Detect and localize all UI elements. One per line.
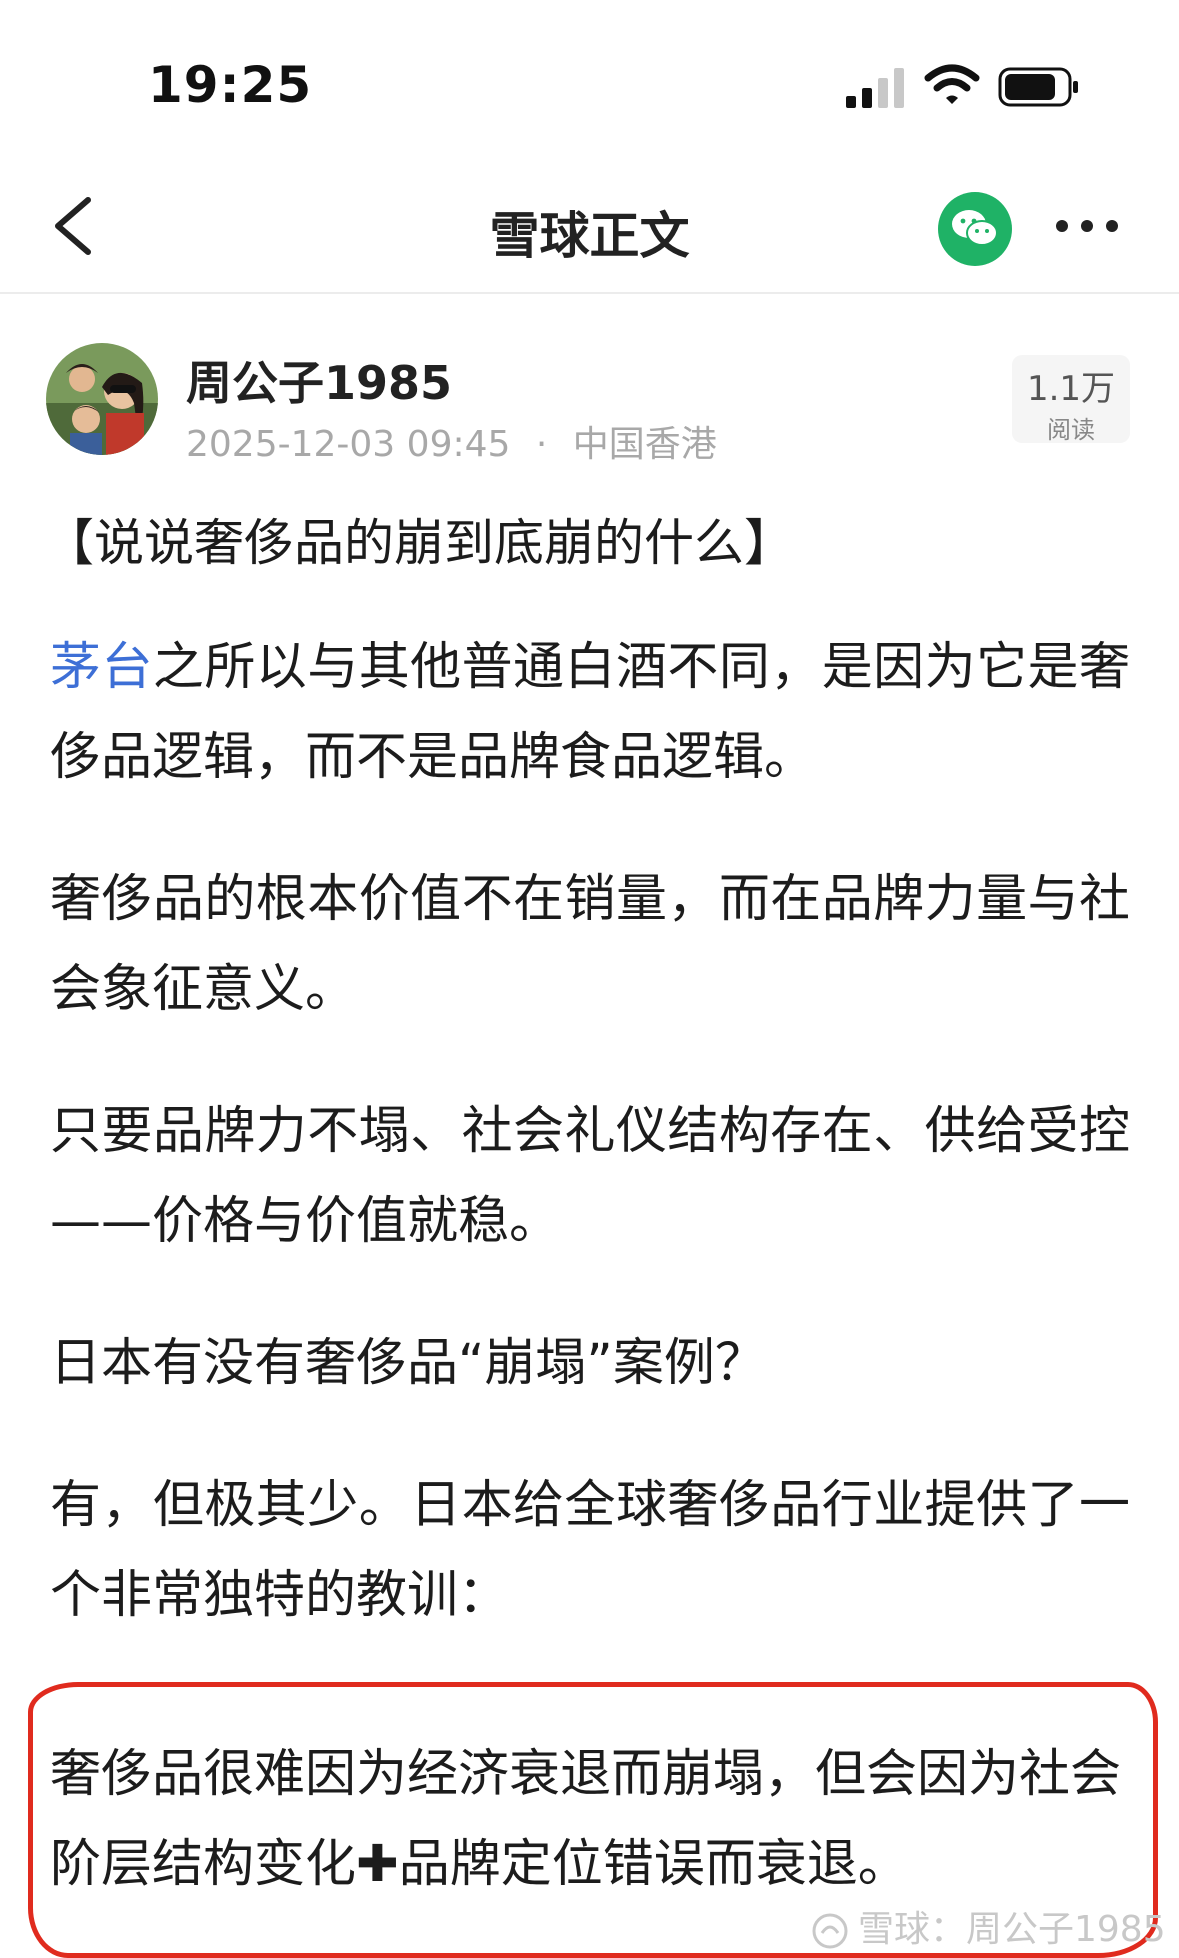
author-row: 周公子1985 2025-12-03 09:45 · 中国香港 1.1万 阅读 (0, 335, 1179, 465)
paragraph-6-part2: 品牌定位错误而衰退。 (398, 1835, 909, 1894)
article-headline: 【说说奢侈品的崩到底崩的什么】 (44, 514, 794, 572)
more-button[interactable] (1048, 200, 1126, 252)
post-date: 2025-12-03 09:45 (186, 424, 511, 465)
paragraph-5: 有，但极其少。日本给全球奢侈品行业提供了一个非常独特的教训： (50, 1476, 1130, 1625)
avatar[interactable] (46, 343, 158, 455)
plus-symbol: ✚ (356, 1835, 399, 1894)
paragraph-1: 茅台之所以与其他普通白酒不同，是因为它是奢侈品逻辑，而不是品牌食品逻辑。 (50, 623, 1130, 803)
stock-link-moutai[interactable]: 茅台 (50, 638, 153, 697)
status-time: 19:25 (148, 56, 313, 114)
article-body: 【说说奢侈品的崩到底崩的什么】 茅台之所以与其他普通白酒不同，是因为它是奢侈品逻… (44, 505, 1130, 1693)
more-dots-icon (1056, 220, 1118, 232)
author-name[interactable]: 周公子1985 (186, 347, 452, 413)
status-bar: 19:25 (0, 0, 1179, 160)
view-label: 阅读 (1047, 416, 1095, 444)
snowball-logo-icon (812, 1913, 848, 1949)
paragraph-1-text: 之所以与其他普通白酒不同，是因为它是奢侈品逻辑，而不是品牌食品逻辑。 (50, 638, 1130, 787)
wechat-share-button[interactable] (938, 192, 1012, 266)
view-count-badge: 1.1万 阅读 (1012, 355, 1130, 444)
post-location: 中国香港 (572, 424, 717, 465)
nav-bar: 雪球正文 (0, 160, 1179, 294)
paragraph-3: 只要品牌力不塌、社会礼仪结构存在、供给受控——价格与价值就稳。 (50, 1102, 1130, 1251)
wifi-icon (924, 64, 980, 104)
wechat-icon (952, 210, 998, 246)
post-meta: 2025-12-03 09:45 · 中国香港 (186, 415, 717, 467)
paragraph-6: 奢侈品很难因为经济衰退而崩塌，但会因为社会阶层结构变化✚品牌定位错误而衰退。 (50, 1730, 1130, 1910)
view-count: 1.1万 (1026, 369, 1116, 409)
watermark-text: 雪球：周公子1985 (858, 1909, 1166, 1950)
meta-separator: · (535, 424, 548, 465)
signal-icon (846, 68, 904, 108)
avatar-photo (46, 343, 158, 455)
paragraph-4: 日本有没有奢侈品“崩塌”案例？ (50, 1334, 766, 1393)
paragraph-2: 奢侈品的根本价值不在销量，而在品牌力量与社会象征意义。 (50, 870, 1130, 1019)
battery-icon (998, 67, 1078, 107)
watermark: 雪球：周公子1985 (810, 1900, 1166, 1952)
